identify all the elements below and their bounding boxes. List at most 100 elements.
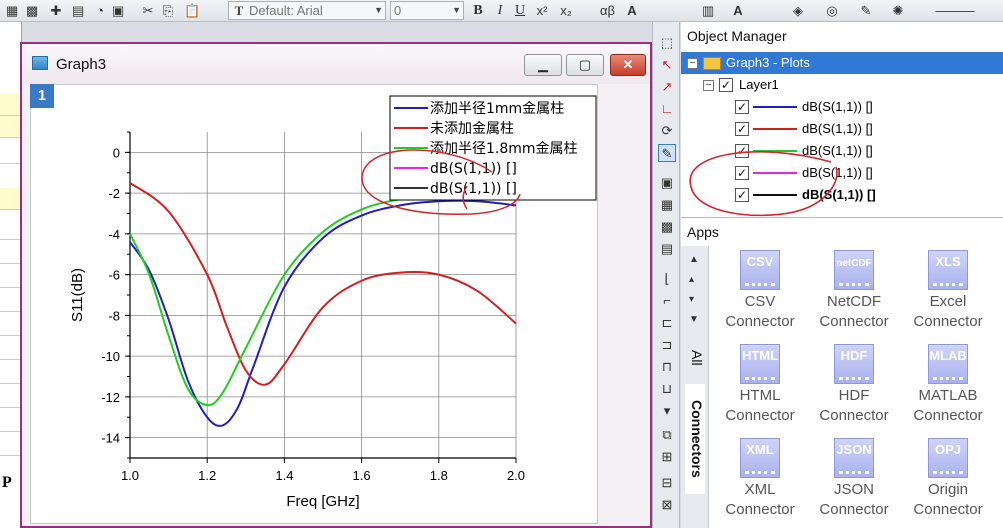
more-tools-icon[interactable]: ▾: [658, 402, 676, 420]
app-icon-wave: [933, 278, 963, 286]
italic-button[interactable]: I: [492, 1, 508, 20]
toolbar-icon-1[interactable]: ▦: [4, 1, 20, 20]
app-icon: MLAB: [928, 344, 968, 384]
chart-canvas[interactable]: 1.0 1.2 1.4 1.6 1.8 2.0 0 -2 -4 -6 -8 -10 -12 -14 Fre…: [22, 44, 650, 526]
scroll-down-icon[interactable]: ▾: [689, 294, 694, 305]
frame-tool-icon[interactable]: ⌐: [658, 292, 676, 310]
paste-icon[interactable]: 📋: [182, 1, 202, 20]
app-tile[interactable]: netCDF NetCDF Connector: [807, 250, 901, 332]
scroll-down-icon[interactable]: ▼: [689, 314, 699, 325]
app-tile[interactable]: XLS Excel Connector: [901, 250, 995, 332]
app-icon-text: JSON: [836, 442, 872, 457]
app-tile[interactable]: OPJ Origin Connector: [901, 438, 995, 520]
font-size-select[interactable]: 0 ▼: [390, 1, 464, 20]
axis-tool-icon[interactable]: ∟: [658, 100, 676, 118]
worksheet-cell: [0, 218, 22, 240]
tab-connectors[interactable]: Connectors: [685, 384, 705, 494]
line-style-select[interactable]: ———: [920, 1, 990, 20]
y-tick-label: -10: [101, 349, 120, 364]
rescale-tool-icon[interactable]: ⟳: [658, 122, 676, 140]
x-tick-label: 1.0: [121, 468, 139, 483]
app-tile[interactable]: JSON JSON Connector: [807, 438, 901, 520]
series-line-2[interactable]: [129, 193, 517, 407]
format-toolbar: ▦ ▩ ✚ ▤ ◔ ▣ ✂ ⎘ 📋 T Default: Arial ▼ 0 ▼ …: [0, 0, 1003, 22]
zoom-tool-icon[interactable]: ↖: [658, 56, 676, 74]
scroll-up-icon[interactable]: ▴: [689, 274, 694, 285]
superscript-button[interactable]: x²: [534, 1, 550, 20]
series-lines: [129, 182, 517, 427]
distribute-vertical-icon[interactable]: ⊠: [658, 496, 676, 514]
app-icon-wave: [839, 372, 869, 380]
worksheet-cell: [0, 290, 22, 312]
fill-color-icon[interactable]: ◈: [790, 1, 806, 20]
app-icon-text: CSV: [746, 254, 774, 269]
object-manager-panel: Object Manager − Graph3 - Plots − ✓ Laye…: [681, 22, 1003, 218]
greek-button[interactable]: αβ: [598, 1, 617, 20]
scale-tool-icon[interactable]: ↗: [658, 78, 676, 96]
toolbar-icon-6[interactable]: ▣: [110, 1, 126, 20]
pattern-icon[interactable]: ◎: [824, 1, 840, 20]
distribute-icon[interactable]: ⊟: [658, 474, 676, 492]
copy-icon[interactable]: ⎘: [160, 1, 176, 20]
tools-toolbar: ⬚ ↖ ↗ ∟ ⟳ ✎ ▣ ▦ ▩ ▤ ⌊ ⌐ ⊏ ⊐ ⊓ ⊔ ▾ ⧉ ⊞ ⊟ …: [652, 22, 680, 528]
app-name-line1: Excel: [929, 293, 967, 310]
toolbar-icon-5[interactable]: ◔: [92, 1, 108, 20]
series-line-0[interactable]: [129, 199, 517, 427]
stack-icon[interactable]: ⧉: [658, 426, 676, 444]
app-name-line2: Connector: [819, 501, 889, 518]
layer-tool-icon[interactable]: ▣: [658, 174, 676, 192]
toolbar-icon-3[interactable]: ✚: [48, 1, 64, 20]
pointer-tool-icon[interactable]: ⬚: [658, 34, 676, 52]
align-tool-icon[interactable]: ⌊: [658, 270, 676, 288]
layer-grid-icon[interactable]: ▩: [658, 218, 676, 236]
graph-window[interactable]: Graph3 ▁ ▢ ✕ 1 1.0 1.2 1.4 1.6 1.8 2.0 0 -2 -4 -6…: [20, 42, 652, 528]
app-name: JSON Connector: [807, 480, 901, 520]
x-tick-label: 1.4: [275, 468, 293, 483]
worksheet-cell: [0, 188, 22, 210]
worksheet-cell: [0, 168, 22, 190]
app-tile[interactable]: HTML HTML Connector: [713, 344, 807, 426]
worksheet-cell: [0, 434, 22, 456]
stack-vertical-icon[interactable]: ⊞: [658, 448, 676, 466]
app-name-line1: CSV: [744, 293, 776, 310]
worksheet-behind: P: [0, 22, 22, 528]
toolbar-lines-icon[interactable]: ▥: [700, 1, 716, 20]
legend-label: dB(S(1,1)) []: [430, 161, 517, 177]
legend-label: dB(S(1,1)) []: [430, 181, 517, 197]
cut-icon[interactable]: ✂: [140, 1, 156, 20]
app-name-line1: HTML: [739, 387, 781, 404]
large-text-button[interactable]: A: [624, 1, 640, 20]
underline-button[interactable]: U: [512, 1, 528, 20]
align-top-icon[interactable]: ⊓: [658, 358, 676, 376]
data-reader-icon[interactable]: ✎: [658, 144, 676, 162]
app-icon-text: MLAB: [929, 348, 967, 363]
bold-button[interactable]: B: [470, 1, 486, 20]
app-icon: XML: [740, 438, 780, 478]
x-tick-label: 2.0: [507, 468, 525, 483]
subscript-button[interactable]: x₂: [558, 1, 574, 20]
series-line-1[interactable]: [129, 182, 517, 386]
tab-all[interactable]: All: [685, 338, 705, 378]
scroll-up-icon[interactable]: ▲: [689, 254, 699, 265]
align-bottom-icon[interactable]: ⊔: [658, 380, 676, 398]
toolbar-icon-2[interactable]: ▩: [24, 1, 40, 20]
app-icon-text: XML: [746, 442, 774, 457]
app-name-line2: Connector: [819, 313, 889, 330]
app-name-line1: HDF: [838, 387, 870, 404]
app-name-line2: Connector: [819, 407, 889, 424]
align-left-icon[interactable]: ⊏: [658, 314, 676, 332]
grid-layout-icon[interactable]: ▦: [658, 196, 676, 214]
y-tick-label: 0: [113, 145, 120, 160]
app-tile[interactable]: CSV CSV Connector: [713, 250, 807, 332]
app-tile[interactable]: HDF HDF Connector: [807, 344, 901, 426]
app-tile[interactable]: MLAB MATLAB Connector: [901, 344, 995, 426]
font-name-select[interactable]: T Default: Arial ▼: [228, 1, 386, 20]
brightness-icon[interactable]: ✺: [890, 1, 906, 20]
align-right-icon[interactable]: ⊐: [658, 336, 676, 354]
worksheet-cell: [0, 386, 22, 408]
app-tile[interactable]: XML XML Connector: [713, 438, 807, 520]
toolbar-icon-4[interactable]: ▤: [70, 1, 86, 20]
font-color-icon[interactable]: A: [730, 1, 746, 20]
merge-icon[interactable]: ▤: [658, 240, 676, 258]
line-color-icon[interactable]: ✎: [858, 1, 874, 20]
